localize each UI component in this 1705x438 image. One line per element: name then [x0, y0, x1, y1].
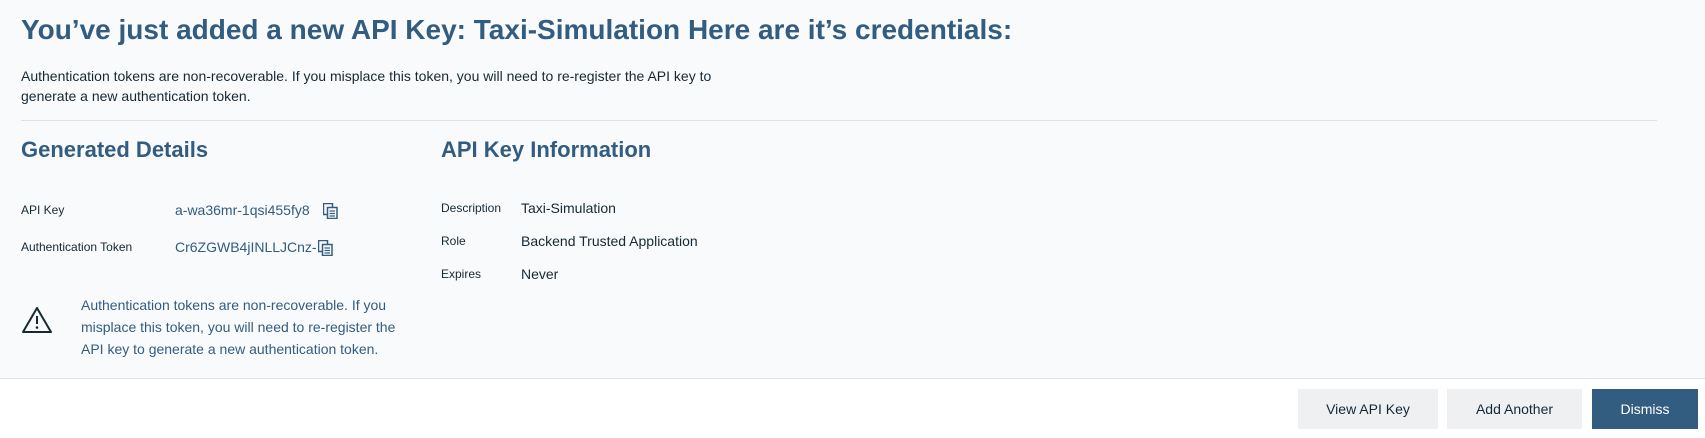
- divider: [21, 120, 1657, 121]
- expires-value: Never: [521, 266, 559, 282]
- copy-icon[interactable]: [323, 203, 338, 219]
- credentials-panel: You’ve just added a new API Key: Taxi-Si…: [0, 0, 1705, 379]
- dismiss-button[interactable]: Dismiss: [1592, 389, 1698, 429]
- intro-text: Authentication tokens are non-recoverabl…: [21, 68, 712, 104]
- api-key-information-title: API Key Information: [441, 137, 652, 162]
- expires-label: Expires: [441, 267, 482, 281]
- page-title: You’ve just added a new API Key: Taxi-Si…: [21, 14, 1013, 45]
- api-key-label: API Key: [21, 203, 65, 217]
- warning-text: Authentication tokens are non-recoverabl…: [81, 297, 396, 357]
- auth-token-label: Authentication Token: [21, 240, 133, 254]
- warning-notice: Authentication tokens are non-recoverabl…: [21, 294, 421, 366]
- add-another-button[interactable]: Add Another: [1447, 389, 1582, 429]
- description-value: Taxi-Simulation: [521, 200, 616, 216]
- copy-icon[interactable]: [318, 240, 333, 256]
- warning-triangle-icon: [21, 306, 53, 334]
- auth-token-value: Cr6ZGWB4jINLLJCnz-: [175, 239, 317, 255]
- api-key-value: a-wa36mr-1qsi455fy8: [175, 202, 310, 218]
- role-value: Backend Trusted Application: [521, 233, 698, 249]
- description-label: Description: [441, 201, 502, 215]
- generated-details-title: Generated Details: [21, 137, 209, 162]
- view-api-key-button[interactable]: View API Key: [1298, 389, 1438, 429]
- role-label: Role: [441, 234, 466, 248]
